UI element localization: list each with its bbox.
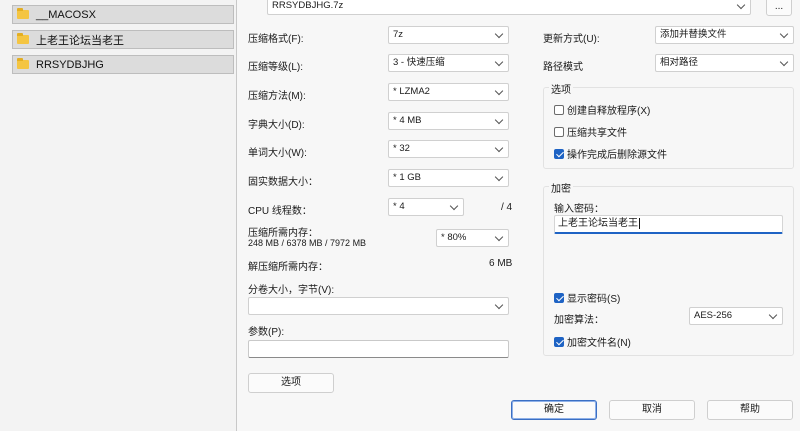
text-caret bbox=[639, 217, 640, 229]
cpu-select[interactable]: * 4 bbox=[388, 198, 464, 216]
params-label: 参数(P): bbox=[248, 327, 285, 338]
method-select[interactable]: * LZMA2 bbox=[388, 83, 509, 101]
chevron-down-icon bbox=[494, 172, 504, 182]
solid-select[interactable]: * 1 GB bbox=[388, 169, 509, 187]
dict-value: * 4 MB bbox=[393, 115, 422, 126]
explorer-pane: __MACOSX 上老王论坛当老王 RRSYDBJHG bbox=[0, 0, 236, 431]
decompress-label: 解压缩所需内存： bbox=[248, 262, 328, 273]
method-label: 压缩方法(M): bbox=[248, 91, 306, 102]
word-select[interactable]: * 32 bbox=[388, 140, 509, 158]
delete-source-checkbox[interactable]: 操作完成后删除源文件 bbox=[554, 146, 667, 161]
chevron-down-icon bbox=[494, 232, 504, 242]
algorithm-select[interactable]: AES-256 bbox=[689, 307, 783, 325]
folder-icon bbox=[17, 8, 29, 19]
cpu-total: / 4 bbox=[501, 202, 513, 213]
chevron-down-icon bbox=[494, 115, 504, 125]
decompress-value: 6 MB bbox=[489, 258, 513, 269]
algorithm-label: 加密算法： bbox=[554, 315, 604, 326]
checkbox-checked-icon bbox=[554, 148, 564, 159]
chevron-down-icon bbox=[449, 201, 459, 211]
add-to-archive-dialog: RRSYDBJHG.7z ... 压缩格式(F): 7z 压缩等级(L): 3 … bbox=[236, 0, 800, 431]
folder-item-rrsydbjhg[interactable]: RRSYDBJHG bbox=[12, 55, 234, 74]
folder-item-laowang[interactable]: 上老王论坛当老王 bbox=[12, 30, 234, 49]
browse-button[interactable]: ... bbox=[766, 0, 792, 16]
solid-label: 固实数据大小： bbox=[248, 177, 318, 188]
ok-button[interactable]: 确定 bbox=[511, 400, 597, 420]
path-label: 路径模式 bbox=[543, 62, 583, 73]
split-label: 分卷大小，字节(V): bbox=[248, 285, 335, 296]
word-label: 单词大小(W): bbox=[248, 148, 307, 159]
chevron-down-icon bbox=[494, 86, 504, 96]
delete-source-label: 操作完成后删除源文件 bbox=[567, 150, 667, 161]
archive-name-combo[interactable]: RRSYDBJHG.7z bbox=[267, 0, 751, 15]
chevron-down-icon bbox=[779, 29, 789, 39]
memory-select[interactable]: * 80% bbox=[436, 229, 509, 247]
sfx-checkbox[interactable]: 创建自释放程序(X) bbox=[554, 102, 650, 117]
update-select[interactable]: 添加并替换文件 bbox=[655, 26, 794, 44]
encrypt-names-label: 加密文件名(N) bbox=[567, 338, 631, 349]
params-input[interactable] bbox=[248, 340, 509, 358]
show-password-label: 显示密码(S) bbox=[567, 294, 621, 305]
chevron-down-icon bbox=[494, 300, 504, 310]
folder-label: 上老王论坛当老王 bbox=[36, 34, 124, 47]
password-input[interactable]: 上老王论坛当老王 bbox=[554, 215, 783, 234]
cpu-label: CPU 线程数： bbox=[248, 206, 312, 217]
folder-item-macosx[interactable]: __MACOSX bbox=[12, 5, 234, 24]
chevron-down-icon bbox=[736, 0, 746, 10]
solid-value: * 1 GB bbox=[393, 172, 421, 183]
memory-label: 压缩所需内存： bbox=[248, 228, 318, 239]
folder-label: __MACOSX bbox=[36, 8, 96, 21]
folder-label: RRSYDBJHG bbox=[36, 58, 104, 71]
chevron-down-icon bbox=[768, 310, 778, 320]
format-value: 7z bbox=[393, 29, 404, 40]
encrypt-names-checkbox[interactable]: 加密文件名(N) bbox=[554, 334, 631, 349]
chevron-down-icon bbox=[494, 29, 504, 39]
dict-label: 字典大小(D): bbox=[248, 120, 305, 131]
shared-label: 压缩共享文件 bbox=[567, 128, 627, 139]
help-button[interactable]: 帮助 bbox=[707, 400, 793, 420]
folder-icon bbox=[17, 58, 29, 69]
cpu-value: * 4 bbox=[393, 201, 405, 212]
memory-detail: 248 MB / 6378 MB / 7972 MB bbox=[248, 238, 367, 248]
path-select[interactable]: 相对路径 bbox=[655, 54, 794, 72]
chevron-down-icon bbox=[494, 143, 504, 153]
options-group-title: 选项 bbox=[549, 81, 573, 96]
checkbox-unchecked-icon bbox=[554, 126, 564, 137]
chevron-down-icon bbox=[494, 57, 504, 67]
level-label: 压缩等级(L): bbox=[248, 62, 303, 73]
show-password-checkbox[interactable]: 显示密码(S) bbox=[554, 290, 620, 305]
split-select[interactable] bbox=[248, 297, 509, 315]
encryption-group-title: 加密 bbox=[549, 180, 573, 195]
password-value: 上老王论坛当老王 bbox=[558, 218, 638, 229]
algorithm-value: AES-256 bbox=[694, 310, 733, 321]
word-value: * 32 bbox=[393, 143, 410, 154]
dict-select[interactable]: * 4 MB bbox=[388, 112, 509, 130]
update-label: 更新方式(U): bbox=[543, 34, 600, 45]
sfx-label: 创建自释放程序(X) bbox=[567, 106, 651, 117]
password-label: 输入密码： bbox=[554, 204, 604, 215]
level-select[interactable]: 3 - 快速压缩 bbox=[388, 54, 509, 72]
checkbox-unchecked-icon bbox=[554, 104, 564, 115]
archive-name-value: RRSYDBJHG.7z bbox=[272, 0, 344, 11]
checkbox-checked-icon bbox=[554, 336, 564, 347]
options-button[interactable]: 选项 bbox=[248, 373, 334, 393]
shared-checkbox[interactable]: 压缩共享文件 bbox=[554, 124, 627, 139]
format-label: 压缩格式(F): bbox=[248, 34, 304, 45]
checkbox-checked-icon bbox=[554, 292, 564, 303]
memory-value: * 80% bbox=[441, 232, 467, 243]
chevron-down-icon bbox=[779, 57, 789, 67]
path-value: 相对路径 bbox=[660, 57, 699, 68]
method-value: * LZMA2 bbox=[393, 86, 430, 97]
folder-icon bbox=[17, 33, 29, 44]
cancel-button[interactable]: 取消 bbox=[609, 400, 695, 420]
update-value: 添加并替换文件 bbox=[660, 29, 727, 40]
format-select[interactable]: 7z bbox=[388, 26, 509, 44]
level-value: 3 - 快速压缩 bbox=[393, 57, 445, 68]
